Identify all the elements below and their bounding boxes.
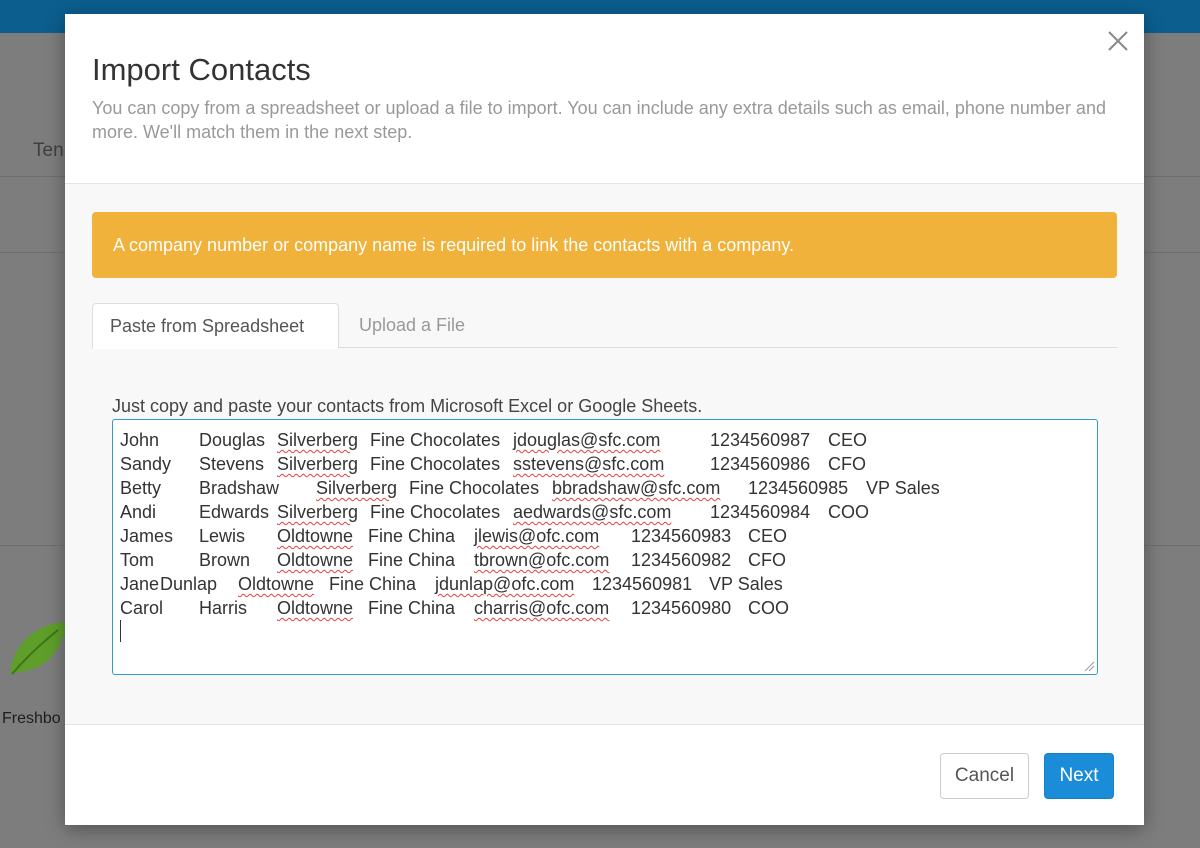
last-name: Dunlap (160, 574, 218, 594)
first-name: Andi (120, 502, 157, 522)
last-name: Bradshaw (199, 478, 280, 498)
warning-alert: A company number or company name is requ… (92, 212, 1117, 278)
leaf-logo-icon (10, 622, 66, 675)
app-brand-label: Freshbo (2, 710, 61, 727)
text-caret (120, 620, 121, 642)
first-name: Carol (120, 598, 164, 618)
company-name-rest: Fine Chocolates (370, 502, 501, 522)
cancel-button[interactable]: Cancel (940, 753, 1029, 799)
next-button[interactable]: Next (1044, 753, 1114, 799)
contact-row: Tom Brown Oldtowne Fine China tbrown@ofc… (120, 548, 1090, 572)
company-name-rest: Fine China (368, 550, 456, 570)
job-title: CEO (748, 526, 788, 546)
modal-title: Import Contacts (92, 52, 311, 87)
contact-row: James Lewis Oldtowne Fine China jlewis@o… (120, 524, 1090, 548)
last-name: Brown (199, 550, 251, 570)
paste-textarea[interactable]: John Douglas Silverberg Fine Chocolates … (112, 419, 1098, 675)
company-name-part: Oldtowne (238, 574, 315, 594)
paste-instructions: Just copy and paste your contacts from M… (112, 396, 703, 416)
contact-row: Sandy Stevens Silverberg Fine Chocolates… (120, 452, 1090, 476)
company-name-rest: Fine Chocolates (370, 430, 501, 450)
company-name-part: Silverberg (277, 430, 359, 450)
modal-body: A company number or company name is requ… (65, 184, 1144, 724)
last-name: Edwards (199, 502, 270, 522)
email: jdouglas@sfc.com (513, 430, 661, 450)
modal-footer: Cancel Next (65, 724, 1144, 825)
phone: 1234560983 (631, 526, 732, 546)
phone: 1234560982 (631, 550, 732, 570)
company-name-part: Oldtowne (277, 526, 354, 546)
last-name: Harris (199, 598, 247, 618)
first-name: Sandy (120, 454, 172, 474)
job-title: COO (748, 598, 790, 618)
last-name: Lewis (199, 526, 246, 546)
company-name-rest: Fine China (368, 526, 456, 546)
contact-row: Betty Bradshaw Silverberg Fine Chocolate… (120, 476, 1090, 500)
company-name-part: Silverberg (277, 502, 359, 522)
company-name-rest: Fine Chocolates (409, 478, 540, 498)
phone: 1234560987 (710, 430, 811, 450)
job-title: COO (828, 502, 870, 522)
contact-row: Carol Harris Oldtowne Fine China charris… (120, 596, 1090, 620)
import-tabs: Paste from Spreadsheet Upload a File (92, 303, 1117, 349)
phone: 1234560984 (710, 502, 811, 522)
tab-paste-from-spreadsheet[interactable]: Paste from Spreadsheet (92, 303, 339, 349)
company-name-part: Silverberg (316, 478, 398, 498)
email: charris@ofc.com (474, 598, 610, 618)
modal-header: Import Contacts You can copy from a spre… (65, 14, 1144, 184)
email: jlewis@ofc.com (474, 526, 600, 546)
job-title: CEO (828, 430, 868, 450)
contact-row: Andi Edwards Silverberg Fine Chocolates … (120, 500, 1090, 524)
first-name: Jane (120, 574, 160, 594)
email: aedwards@sfc.com (513, 502, 672, 522)
close-icon[interactable] (1105, 28, 1131, 54)
email: jdunlap@ofc.com (435, 574, 575, 594)
company-name-rest: Fine China (368, 598, 456, 618)
job-title: CFO (748, 550, 786, 570)
phone: 1234560980 (631, 598, 732, 618)
phone: 1234560986 (710, 454, 811, 474)
company-name-part: Oldtowne (277, 550, 354, 570)
job-title: VP Sales (709, 574, 783, 594)
last-name: Stevens (199, 454, 265, 474)
company-name-rest: Fine China (329, 574, 417, 594)
phone: 1234560981 (592, 574, 693, 594)
phone: 1234560985 (748, 478, 849, 498)
job-title: CFO (828, 454, 866, 474)
first-name: John (120, 430, 160, 450)
import-contacts-modal: Import Contacts You can copy from a spre… (65, 14, 1144, 825)
company-name-rest: Fine Chocolates (370, 454, 501, 474)
job-title: VP Sales (866, 478, 940, 498)
contact-row: John Douglas Silverberg Fine Chocolates … (120, 428, 1090, 452)
email: sstevens@sfc.com (513, 454, 665, 474)
contact-row: Jane Dunlap Oldtowne Fine China jdunlap@… (120, 572, 1090, 596)
first-name: Betty (120, 478, 162, 498)
first-name: Tom (120, 550, 155, 570)
email: tbrown@ofc.com (474, 550, 610, 570)
last-name: Douglas (199, 430, 266, 450)
email: bbradshaw@sfc.com (552, 478, 721, 498)
tab-upload-a-file[interactable]: Upload a File (342, 303, 482, 349)
modal-subtitle: You can copy from a spreadsheet or uploa… (92, 98, 1106, 142)
first-name: James (120, 526, 174, 546)
company-name-part: Silverberg (277, 454, 359, 474)
company-name-part: Oldtowne (277, 598, 354, 618)
resize-handle-icon[interactable] (1083, 660, 1095, 672)
app-tab-label: Ten (33, 140, 64, 161)
